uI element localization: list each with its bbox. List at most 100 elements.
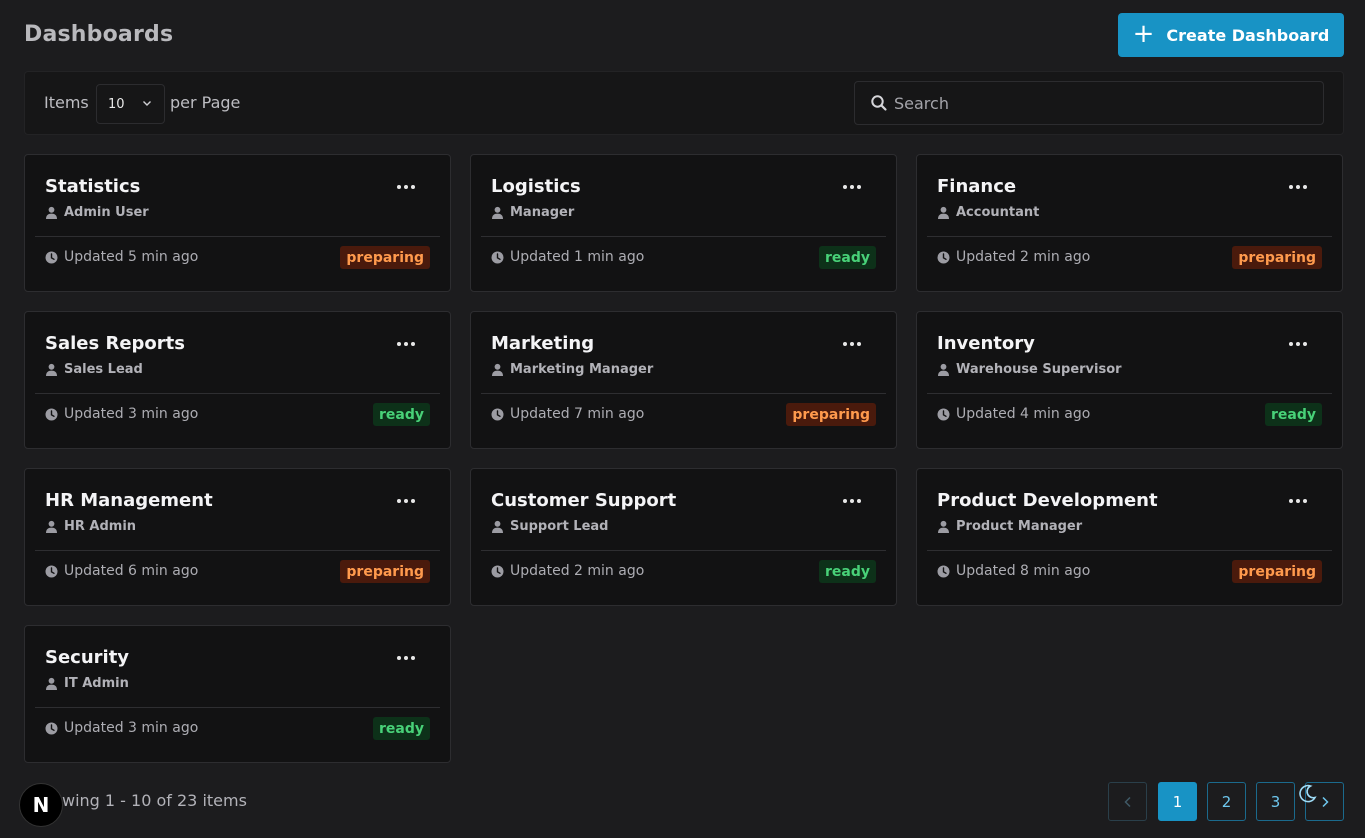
more-options-icon[interactable] [392,650,420,666]
card-title[interactable]: Logistics [491,176,581,197]
user-icon [46,677,57,690]
pagination-summary: wing 1 - 10 of 23 items [62,791,247,810]
clock-icon [491,565,504,577]
search-input[interactable] [894,93,1314,113]
clock-icon [937,565,950,577]
card-divider [35,550,440,551]
more-options-icon[interactable] [1284,179,1312,195]
items-per-page-value: 10 [108,96,125,112]
moon-icon[interactable] [1296,783,1318,805]
card-owner: Support Lead [491,519,609,534]
card-title[interactable]: Finance [937,176,1016,197]
clock-icon [491,408,504,420]
page-button-1[interactable]: 1 [1158,782,1197,821]
dashboard-card[interactable]: Marketing Marketing Manager Updated 7 mi… [470,311,897,449]
card-updated: Updated 8 min ago [937,563,1090,579]
card-owner-name: Product Manager [956,519,1083,534]
card-updated: Updated 2 min ago [491,563,644,579]
card-updated: Updated 4 min ago [937,406,1090,422]
card-updated-text: Updated 2 min ago [956,249,1091,265]
card-updated-text: Updated 2 min ago [510,563,645,579]
card-updated-text: Updated 3 min ago [64,720,199,736]
card-title[interactable]: Inventory [937,333,1035,354]
card-updated-text: Updated 1 min ago [510,249,645,265]
dashboard-card[interactable]: Statistics Admin User Updated 5 min ago … [24,154,451,292]
card-updated-text: Updated 3 min ago [64,406,199,422]
page-number: 1 [1172,792,1183,811]
more-options-icon[interactable] [392,179,420,195]
more-options-icon[interactable] [838,493,866,509]
card-owner: Sales Lead [45,362,143,377]
create-dashboard-button[interactable]: + Create Dashboard [1118,13,1344,57]
dashboard-card[interactable]: Logistics Manager Updated 1 min ago read… [470,154,897,292]
more-options-icon[interactable] [1284,493,1312,509]
card-title[interactable]: Sales Reports [45,333,185,354]
card-owner-name: IT Admin [64,676,129,691]
dashboard-card[interactable]: HR Management HR Admin Updated 6 min ago… [24,468,451,606]
card-owner-name: HR Admin [64,519,137,534]
card-updated: Updated 3 min ago [45,720,198,736]
clock-icon [491,251,504,263]
clock-icon [45,565,58,577]
card-updated: Updated 1 min ago [491,249,644,265]
card-divider [481,550,886,551]
card-updated: Updated 5 min ago [45,249,198,265]
card-title[interactable]: Security [45,647,129,668]
user-icon [46,520,57,533]
user-icon [492,363,503,376]
card-owner: Warehouse Supervisor [937,362,1122,377]
chevron-right-icon [1321,796,1329,807]
card-owner-name: Warehouse Supervisor [956,362,1122,377]
dashboard-card[interactable]: Product Development Product Manager Upda… [916,468,1343,606]
card-updated-text: Updated 6 min ago [64,563,199,579]
user-icon [492,206,503,219]
prev-page-button[interactable] [1108,782,1147,821]
search-box[interactable] [854,81,1324,125]
card-divider [481,393,886,394]
clock-icon [937,408,950,420]
clock-icon [45,251,58,263]
list-toolbar: Items 10 per Page [24,71,1344,135]
nextjs-logo-button[interactable]: N [19,783,63,827]
card-title[interactable]: Marketing [491,333,594,354]
card-owner-name: Accountant [956,205,1040,220]
more-options-icon[interactable] [392,493,420,509]
status-badge: preparing [340,560,430,583]
per-page-label: per Page [170,93,241,112]
dashboard-card[interactable]: Customer Support Support Lead Updated 2 … [470,468,897,606]
status-badge: preparing [786,403,876,426]
clock-icon [937,251,950,263]
page-number: 2 [1221,792,1232,811]
status-badge: ready [373,717,430,740]
page-button-3[interactable]: 3 [1256,782,1295,821]
card-title[interactable]: Product Development [937,490,1158,511]
card-title[interactable]: Customer Support [491,490,676,511]
more-options-icon[interactable] [392,336,420,352]
dashboard-card[interactable]: Finance Accountant Updated 2 min ago pre… [916,154,1343,292]
dashboard-card[interactable]: Inventory Warehouse Supervisor Updated 4… [916,311,1343,449]
user-icon [46,206,57,219]
search-icon [871,95,887,111]
card-owner-name: Sales Lead [64,362,143,377]
items-per-page-select[interactable]: 10 [96,84,165,124]
more-options-icon[interactable] [1284,336,1312,352]
card-divider [481,236,886,237]
card-owner: Product Manager [937,519,1082,534]
page-button-2[interactable]: 2 [1207,782,1246,821]
status-badge: preparing [1232,560,1322,583]
dashboard-card[interactable]: Sales Reports Sales Lead Updated 3 min a… [24,311,451,449]
card-owner: Admin User [45,205,149,220]
more-options-icon[interactable] [838,336,866,352]
user-icon [46,363,57,376]
card-title[interactable]: Statistics [45,176,140,197]
more-options-icon[interactable] [838,179,866,195]
card-title[interactable]: HR Management [45,490,213,511]
card-divider [927,236,1332,237]
status-badge: ready [819,560,876,583]
plus-icon: + [1132,18,1155,49]
page-title: Dashboards [24,22,174,47]
card-divider [927,550,1332,551]
dashboard-card[interactable]: Security IT Admin Updated 3 min ago read… [24,625,451,763]
clock-icon [45,722,58,734]
card-updated: Updated 6 min ago [45,563,198,579]
